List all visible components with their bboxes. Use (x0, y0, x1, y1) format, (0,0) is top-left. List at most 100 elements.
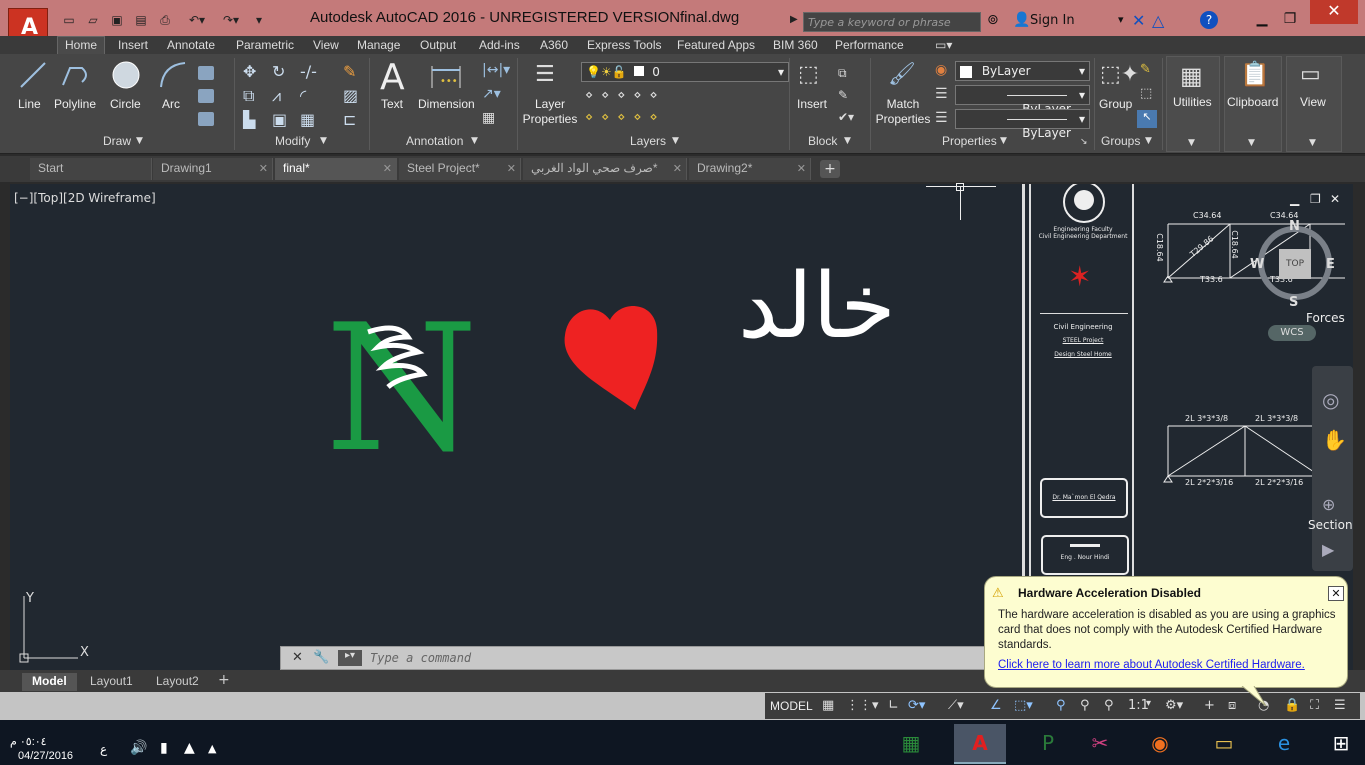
compass-north[interactable]: N (1289, 219, 1300, 234)
tab-bim360[interactable]: BIM 360 (773, 38, 818, 52)
file-explorer-taskbar-icon[interactable]: ▭ (1198, 724, 1250, 764)
polyline-button[interactable]: Polyline (54, 97, 96, 111)
tab-output[interactable]: Output (420, 38, 456, 52)
linetype-dropdown[interactable]: ByLayer ▾ (955, 85, 1090, 116)
network-icon[interactable]: ▲ (184, 740, 195, 756)
tab-featured-apps[interactable]: Featured Apps (677, 38, 755, 52)
group-button[interactable]: Group (1099, 97, 1132, 111)
close-tab-icon[interactable]: ✕ (259, 162, 268, 175)
snap-icon[interactable]: ⋮⋮▾ (846, 698, 879, 713)
erase-icon[interactable]: ✎ (343, 62, 356, 81)
tab-home[interactable]: Home (65, 38, 97, 52)
trim-icon[interactable]: -/- (300, 62, 317, 81)
windows-start-icon[interactable]: ⊞ (1315, 724, 1365, 764)
autocad-taskbar-icon[interactable]: A (954, 724, 1006, 764)
line-button[interactable]: Line (18, 97, 41, 111)
lineweight-dropdown[interactable]: ByLayer ▾ (955, 109, 1090, 140)
close-tab-icon[interactable]: ✕ (383, 162, 392, 175)
excel-taskbar-icon[interactable]: ▦ (885, 724, 937, 764)
file-tab-drawing2[interactable]: Drawing2* ✕ (689, 158, 811, 180)
block-expand-icon[interactable]: ▼ (844, 136, 851, 146)
utilities-button[interactable]: Utilities (1173, 95, 1212, 109)
close-command-icon[interactable]: ✕ (292, 650, 303, 665)
binoculars-icon[interactable]: ⊚ (987, 12, 999, 28)
viewport-minimize-icon[interactable]: ▁ (1290, 192, 1299, 206)
fillet-icon[interactable]: ◜ (300, 86, 306, 105)
rotate-icon[interactable]: ↻ (272, 62, 285, 81)
new-layout-icon[interactable]: + (218, 672, 230, 688)
mirror-icon[interactable]: ⩘ (272, 86, 281, 106)
properties-expand-icon[interactable]: ▼ (1000, 136, 1007, 146)
osnap-tracking-icon[interactable]: ∠ (990, 698, 1002, 713)
draw-panel-title[interactable]: Draw (103, 134, 131, 148)
model-space-button[interactable]: MODEL (770, 699, 813, 713)
project-taskbar-icon[interactable]: P (1022, 724, 1074, 764)
plot-icon[interactable]: ⎙ (156, 12, 174, 28)
fullscreen-icon[interactable]: ⛶ (1310, 698, 1319, 713)
input-language[interactable]: ع (100, 742, 107, 756)
match-properties-button[interactable]: Match Properties (874, 97, 932, 127)
layers-panel-title[interactable]: Layers (630, 134, 666, 148)
color-dropdown[interactable]: ByLayer ▾ (955, 61, 1090, 81)
viewcube-top[interactable]: TOP (1279, 249, 1311, 279)
search-expand-icon[interactable]: ▶ (790, 14, 798, 25)
save-icon[interactable]: ▣ (108, 12, 126, 28)
utilities-expand-icon[interactable]: ▼ (1188, 138, 1195, 148)
text-button[interactable]: Text (381, 97, 403, 111)
block-panel-title[interactable]: Block (808, 134, 837, 148)
group-selection-toggle-icon[interactable]: ↖ (1137, 110, 1157, 128)
edit-attributes-icon[interactable]: ✔▾ (838, 110, 854, 124)
offset-icon[interactable]: ⊏ (343, 110, 356, 129)
move-icon[interactable]: ✥ (243, 62, 256, 81)
save-as-icon[interactable]: ▤ (132, 12, 150, 28)
properties-panel-title[interactable]: Properties (942, 134, 997, 148)
notification-close-icon[interactable]: ✕ (1328, 586, 1344, 601)
steering-wheel-icon[interactable]: ◎ (1322, 388, 1339, 412)
dimension-button[interactable]: Dimension (418, 97, 475, 111)
clean-screen-lock-icon[interactable]: 🔒 (1284, 698, 1300, 713)
firefox-taskbar-icon[interactable]: ◉ (1134, 724, 1186, 764)
file-tab-drawing1[interactable]: Drawing1 ✕ (153, 158, 273, 180)
undo-icon[interactable]: ↶▾ (182, 12, 212, 28)
viewport-close-icon[interactable]: ✕ (1330, 192, 1340, 206)
annotation-visibility-icon[interactable]: ⚲ (1056, 698, 1066, 713)
tab-addins[interactable]: Add-ins (479, 38, 520, 52)
group-edit-icon[interactable]: ⬚ (1140, 86, 1152, 101)
tab-manage[interactable]: Manage (357, 38, 400, 52)
compass-west[interactable]: W (1250, 257, 1264, 272)
groups-panel-title[interactable]: Groups (1101, 134, 1140, 148)
scale-icon[interactable]: ▣ (272, 110, 287, 129)
battery-icon[interactable]: ▮ (160, 740, 168, 756)
new-tab-icon[interactable]: + (820, 160, 840, 178)
command-history-icon[interactable]: ▸▾ (338, 650, 362, 666)
layers-expand-icon[interactable]: ▼ (672, 136, 679, 146)
customization-menu-icon[interactable]: ☰ (1334, 698, 1346, 713)
compass-south[interactable]: S (1289, 295, 1298, 310)
ungroup-icon[interactable]: ✎ (1140, 62, 1151, 77)
restore-icon[interactable]: ❐ (1278, 8, 1302, 30)
zoom-icon[interactable]: ⊕ (1322, 495, 1335, 514)
file-tab-sewage[interactable]: صرف صحي الواد الغربي* ✕ (523, 158, 687, 180)
insert-button[interactable]: Insert (797, 97, 827, 111)
hatch-icon[interactable] (198, 89, 214, 103)
tab-layout1[interactable]: Layout1 (80, 673, 143, 691)
workspace-gear-icon[interactable]: ⚙▾ (1165, 698, 1183, 713)
view-button[interactable]: View (1300, 95, 1326, 109)
a360-icon[interactable]: △ (1152, 11, 1164, 30)
tab-layout2[interactable]: Layout2 (146, 673, 209, 691)
file-tab-start[interactable]: Start (30, 158, 152, 180)
customize-command-icon[interactable]: 🔧 (313, 650, 329, 665)
taskbar-clock[interactable]: ٠٥:٠٤ م (10, 735, 47, 748)
compass-east[interactable]: E (1326, 257, 1335, 272)
annotation-expand-icon[interactable]: ▼ (471, 136, 478, 146)
redo-icon[interactable]: ↷▾ (216, 12, 246, 28)
layer-tools-row2-icon[interactable]: ⋄⋄⋄⋄⋄ (585, 110, 666, 125)
layer-properties-button[interactable]: Layer Properties (521, 97, 579, 127)
groups-expand-icon[interactable]: ▼ (1145, 136, 1152, 146)
table-icon[interactable]: ▦ (482, 110, 495, 126)
taskbar-date[interactable]: 04/27/2016 (18, 750, 73, 762)
modify-expand-icon[interactable]: ▼ (320, 136, 327, 146)
sign-in-button[interactable]: Sign In (1030, 13, 1075, 28)
tab-performance[interactable]: Performance (835, 38, 904, 52)
copy-icon[interactable]: ⧉ (243, 86, 254, 106)
